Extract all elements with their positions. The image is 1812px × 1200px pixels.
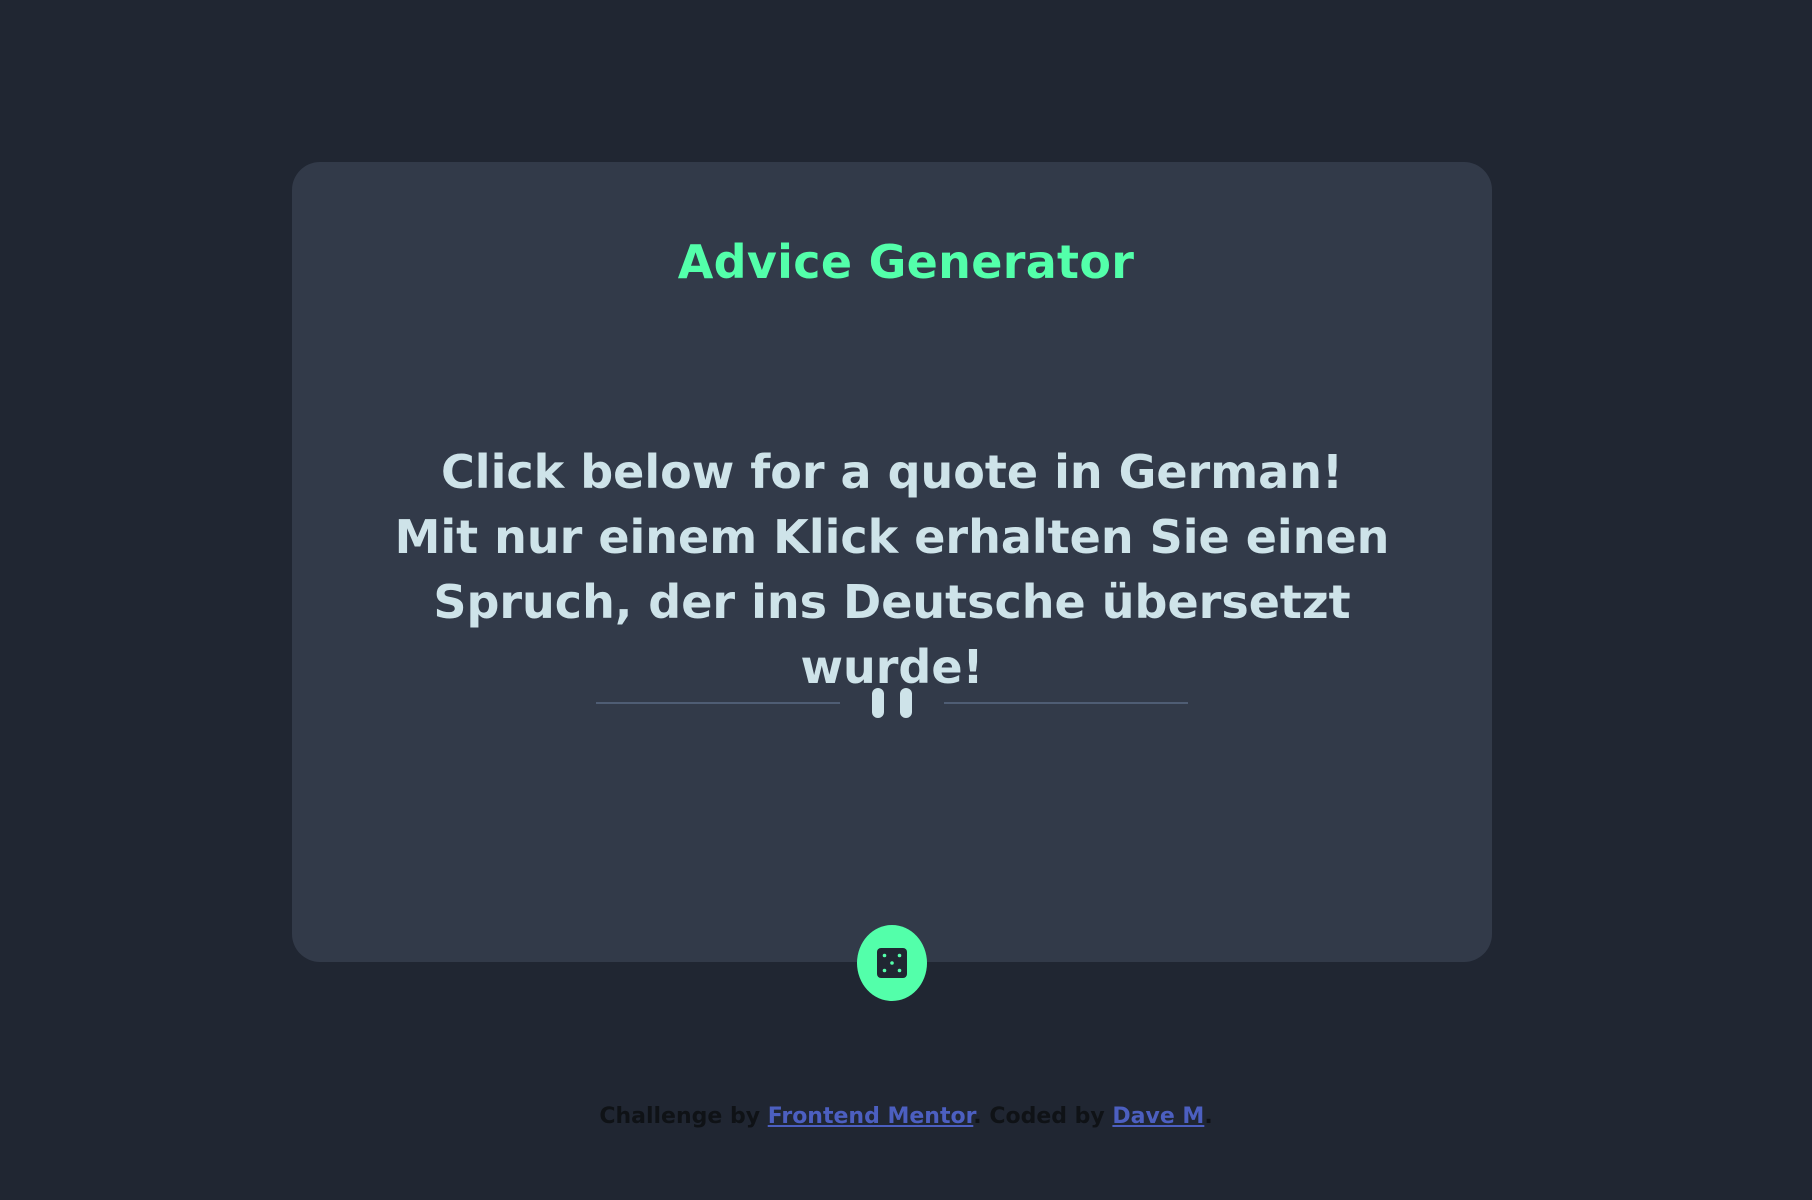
author-link[interactable]: Dave M: [1112, 1104, 1204, 1129]
attribution-footer: Challenge by Frontend Mentor. Coded by D…: [0, 1102, 1812, 1132]
frontend-mentor-link[interactable]: Frontend Mentor: [768, 1104, 974, 1129]
footer-middle: . Coded by: [973, 1104, 1113, 1129]
quote-line: Mit nur einem Klick erhalten Sie einen: [394, 510, 1390, 564]
pause-icon: [872, 688, 912, 718]
divider-line-right: [944, 702, 1188, 704]
footer-suffix: .: [1204, 1104, 1213, 1129]
generate-advice-button[interactable]: [857, 925, 927, 1001]
quote-line: Spruch, der ins Deutsche übersetzt wurde…: [433, 575, 1351, 694]
dice-icon: [877, 948, 907, 978]
advice-quote: Click below for a quote in German! Mit n…: [370, 440, 1414, 700]
pattern-divider: [596, 685, 1188, 721]
divider-line-left: [596, 702, 840, 704]
quote-line: Click below for a quote in German!: [441, 445, 1343, 499]
page-title: Advice Generator: [677, 235, 1135, 289]
footer-prefix: Challenge by: [599, 1104, 768, 1129]
